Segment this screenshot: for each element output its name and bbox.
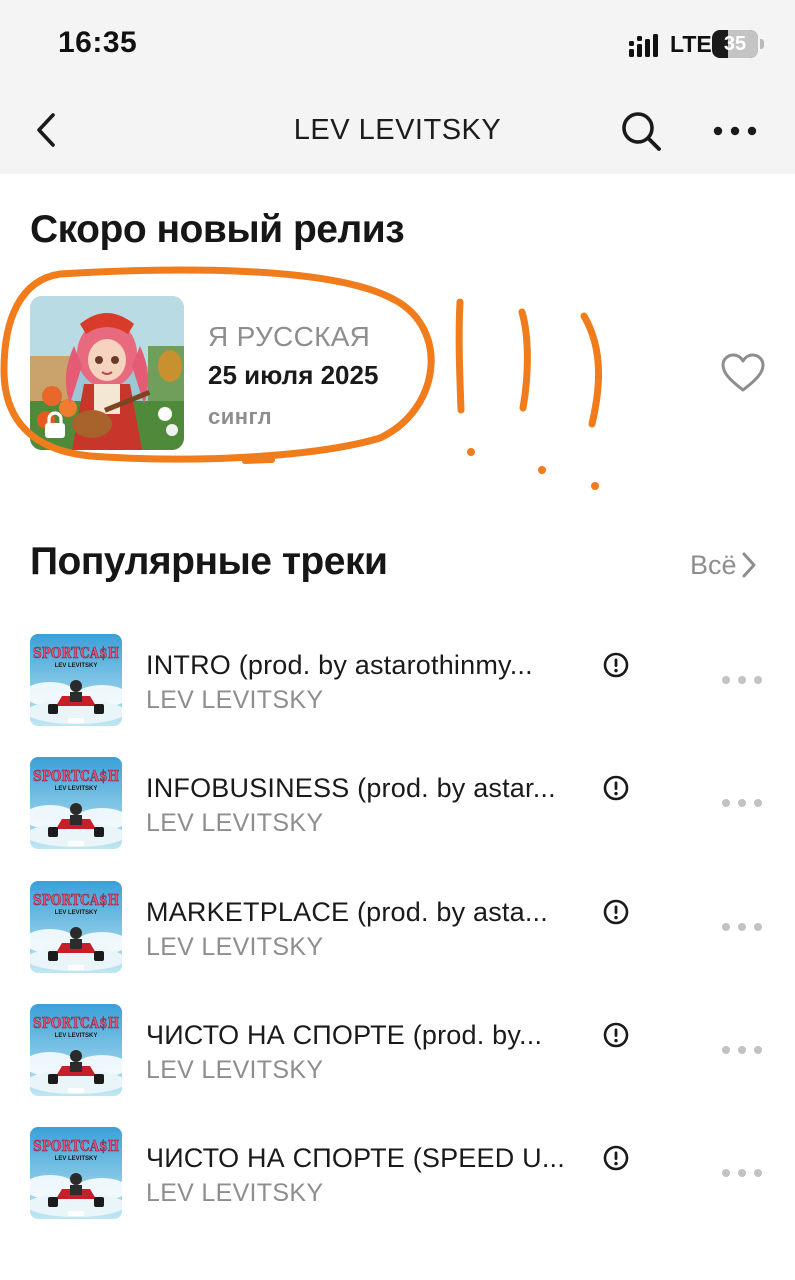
cover-artist-text: LEV LEVITSKY (55, 1156, 98, 1162)
chevron-right-icon (742, 552, 756, 578)
popular-tracks-heading: Популярные треки (30, 540, 388, 583)
cover-artist-text: LEV LEVITSKY (55, 910, 98, 916)
cover-logo-text: SPORTCA$H (33, 1137, 119, 1155)
track-row[interactable]: SPORTCA$H LEV LEVITSKY ЧИСТО НА СПОРТЕ (p… (0, 990, 795, 1113)
cover-artist-text: LEV LEVITSKY (55, 663, 98, 669)
cover-logo-text: SPORTCA$H (33, 644, 119, 662)
nav-bar: LEV LEVITSKY (0, 88, 795, 174)
signal-icon (629, 34, 658, 57)
page-title: LEV LEVITSKY (293, 114, 502, 146)
track-more-icon[interactable] (718, 670, 766, 690)
track-cover-art: SPORTCA$HLEV LEVITSKY (30, 757, 122, 850)
track-artist: LEV LEVITSKY (146, 1055, 324, 1084)
explicit-icon (603, 899, 629, 924)
track-artist: LEV LEVITSKY (146, 809, 324, 838)
search-icon[interactable] (618, 108, 664, 154)
track-row[interactable]: SPORTCA$H LEV LEVITSKY INTRO (prod. by as… (0, 620, 795, 743)
track-artist: LEV LEVITSKY (146, 932, 324, 961)
track-cover-art: SPORTCA$HLEV LEVITSKY (30, 1003, 122, 1096)
release-date: 25 июля 2025 (208, 360, 379, 390)
see-all-label: Всё (690, 549, 737, 580)
track-cover: SPORTCA$H LEV LEVITSKY (30, 634, 122, 726)
track-title: ЧИСТО НА СПОРТЕ (SPEED U... (146, 1143, 565, 1174)
track-more-icon[interactable] (718, 917, 766, 937)
track-row[interactable]: SPORTCA$H LEV LEVITSKY ЧИСТО НА СПОРТЕ (S… (0, 1113, 795, 1236)
track-title: ЧИСТО НА СПОРТЕ (prod. by... (146, 1019, 543, 1050)
battery-cap (760, 39, 764, 49)
track-cover-art: SPORTCA$HLEV LEVITSKY (30, 1127, 122, 1220)
track-cover: SPORTCA$H LEV LEVITSKY (30, 1127, 122, 1220)
track-more-icon[interactable] (718, 1040, 766, 1060)
track-artist: LEV LEVITSKY (146, 686, 324, 714)
battery-percent: 35 (723, 33, 747, 55)
release-cover (30, 296, 184, 450)
track-cover: SPORTCA$H LEV LEVITSKY (30, 757, 122, 850)
upcoming-release-card[interactable]: Я РУССКАЯ 25 июля 2025 сингл (0, 276, 795, 476)
track-title: INFOBUSINESS (prod. by astar... (146, 773, 556, 804)
track-list: SPORTCA$H LEV LEVITSKY INTRO (prod. by as… (0, 620, 795, 1236)
track-title: MARKETPLACE (prod. by asta... (146, 896, 548, 927)
battery-icon: 35 (712, 30, 758, 58)
cover-artist-text: LEV LEVITSKY (55, 1033, 98, 1039)
cover-logo-text: SPORTCA$H (33, 1014, 119, 1032)
see-all-link[interactable]: Всё (690, 547, 757, 583)
cover-logo-text: SPORTCA$H (33, 767, 119, 785)
heart-icon[interactable] (720, 352, 766, 394)
release-type: сингл (208, 404, 273, 429)
explicit-icon (603, 652, 629, 678)
network-type: LTE (670, 31, 712, 57)
more-dots-icon[interactable] (708, 108, 762, 154)
track-row[interactable]: SPORTCA$H LEV LEVITSKY MARKETPLACE (prod.… (0, 867, 795, 990)
track-more-icon[interactable] (718, 1163, 766, 1183)
track-artist: LEV LEVITSKY (146, 1179, 324, 1208)
release-title: Я РУССКАЯ (208, 321, 371, 352)
lock-icon (45, 411, 65, 438)
status-time: 16:35 (58, 26, 138, 59)
status-bar: 16:35 LTE 35 (0, 0, 795, 88)
upcoming-heading: Скоро новый релиз (30, 208, 405, 251)
track-title: INTRO (prod. by astarothinmy... (146, 650, 533, 680)
track-row[interactable]: SPORTCA$H LEV LEVITSKY INFOBUSINESS (prod… (0, 743, 795, 866)
track-cover-art: SPORTCA$HLEV LEVITSKY (30, 880, 122, 973)
track-cover-art: SPORTCA$HLEV LEVITSKY (30, 634, 122, 726)
track-cover: SPORTCA$H LEV LEVITSKY (30, 880, 122, 973)
explicit-icon (603, 1145, 629, 1171)
track-cover: SPORTCA$H LEV LEVITSKY (30, 1003, 122, 1096)
cover-artist-text: LEV LEVITSKY (55, 786, 98, 792)
cover-logo-text: SPORTCA$H (33, 891, 119, 909)
explicit-icon (603, 1022, 629, 1048)
explicit-icon (603, 775, 629, 801)
track-more-icon[interactable] (718, 793, 766, 813)
